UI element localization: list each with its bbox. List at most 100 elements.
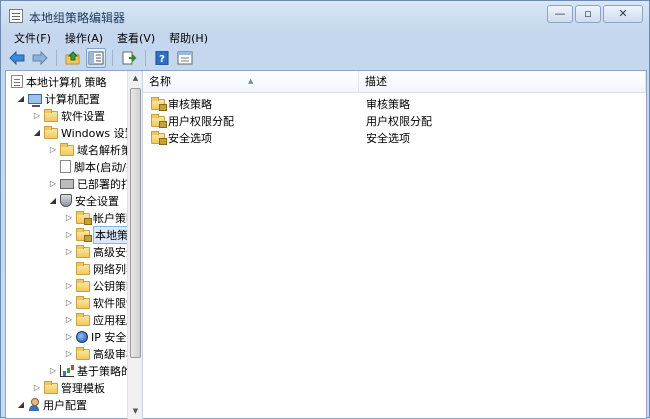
sort-ascending-icon: ▲ — [248, 77, 254, 85]
tree-item-label: 基于策略的 — [77, 364, 132, 378]
maximize-icon: ▫ — [584, 7, 592, 20]
tree-item-label: 本地计算机 策略 — [26, 75, 107, 89]
up-level-button[interactable] — [63, 48, 83, 68]
scroll-down-icon[interactable]: ▼ — [128, 404, 142, 419]
column-header-name[interactable]: 名称 ▲ — [143, 71, 359, 93]
content-area: 本地计算机 策略 ◢ 计算机配置 ▷ 软件设置 ◢ Windows 设置 ▷ 域… — [5, 70, 647, 419]
expand-arrow-icon[interactable]: ▷ — [48, 366, 58, 375]
back-icon — [9, 51, 25, 65]
toolbar-separator — [112, 50, 113, 66]
security-shield-icon — [60, 194, 72, 207]
menu-help[interactable]: 帮助(H) — [162, 29, 215, 46]
collapse-arrow-icon[interactable]: ◢ — [16, 400, 26, 409]
folder-icon — [76, 279, 90, 292]
help-button[interactable]: ? — [152, 48, 172, 68]
expand-arrow-icon[interactable]: ▷ — [64, 281, 74, 290]
tree-vertical-scrollbar[interactable]: ▲ ▼ — [127, 71, 142, 419]
expand-arrow-icon[interactable]: ▷ — [64, 230, 74, 239]
scroll-thumb[interactable] — [130, 88, 141, 358]
tree-item-security-settings[interactable]: ◢ 安全设置 — [48, 192, 119, 209]
ip-security-icon — [76, 330, 88, 343]
list-item-name: 审核策略 — [168, 97, 212, 111]
lock-folder-icon — [76, 211, 92, 225]
tree-item-admin-templates[interactable]: ▷ 管理模板 — [32, 379, 105, 396]
minimize-icon: — — [554, 7, 566, 20]
collapse-arrow-icon[interactable]: ◢ — [32, 128, 42, 137]
gpedit-window: 本地组策略编辑器 — ▫ ✕ 文件(F) 操作(A) 查看(V) 帮助(H) ?… — [0, 0, 650, 419]
tree-item-user-config[interactable]: ◢ 用户配置 — [16, 396, 87, 413]
expand-arrow-icon[interactable]: ▷ — [64, 298, 74, 307]
toolbar-separator — [56, 50, 57, 66]
properties-icon — [177, 51, 193, 65]
toolbar-separator — [145, 50, 146, 66]
window-title: 本地组策略编辑器 — [29, 11, 126, 25]
close-icon: ✕ — [618, 7, 628, 20]
user-icon — [28, 398, 40, 411]
maximize-button[interactable]: ▫ — [575, 5, 601, 23]
list-item-audit-policy[interactable]: 审核策略 审核策略 — [143, 95, 646, 112]
expand-arrow-icon[interactable]: ▷ — [64, 247, 74, 256]
help-icon: ? — [155, 51, 169, 65]
toolbar: ? — [1, 46, 649, 70]
folder-icon — [44, 109, 58, 122]
expand-arrow-icon[interactable]: ▷ — [64, 332, 74, 341]
svg-text:?: ? — [159, 54, 165, 65]
lock-folder-icon — [151, 131, 167, 145]
expand-arrow-icon[interactable]: ▷ — [64, 315, 74, 324]
column-header-description[interactable]: 描述 — [359, 71, 646, 93]
tree-item-label: Windows 设置 — [61, 126, 136, 140]
collapse-arrow-icon[interactable]: ◢ — [16, 94, 26, 103]
policy-icon — [11, 75, 23, 88]
tree-item-computer-config[interactable]: ◢ 计算机配置 — [16, 90, 100, 107]
export-icon — [122, 51, 137, 65]
folder-icon — [44, 126, 58, 139]
forward-button[interactable] — [30, 48, 50, 68]
expand-arrow-icon[interactable]: ▷ — [64, 213, 74, 222]
script-icon — [60, 160, 71, 173]
show-hide-tree-icon — [88, 51, 104, 65]
folder-icon — [76, 347, 90, 360]
list-item-description: 安全选项 — [366, 131, 410, 145]
list-item-name: 用户权限分配 — [168, 114, 234, 128]
tree-item-windows-settings[interactable]: ◢ Windows 设置 — [32, 124, 136, 141]
folder-icon — [76, 296, 90, 309]
expand-arrow-icon[interactable]: ▷ — [48, 179, 58, 188]
tree-item-label: 用户配置 — [43, 398, 87, 412]
properties-button[interactable] — [175, 48, 195, 68]
folder-icon — [76, 313, 90, 326]
lock-folder-icon — [151, 97, 167, 111]
close-button[interactable]: ✕ — [603, 5, 643, 23]
tree-item-label: 安全设置 — [75, 194, 119, 208]
folder-icon — [76, 262, 90, 275]
lock-folder-icon — [76, 228, 92, 242]
folder-icon — [76, 245, 90, 258]
tree-item-software-settings[interactable]: ▷ 软件设置 — [32, 107, 105, 124]
folder-icon — [44, 381, 58, 394]
list-item-description: 用户权限分配 — [366, 114, 432, 128]
expand-arrow-icon[interactable]: ▷ — [48, 145, 58, 154]
tree-item-local-computer-policy[interactable]: 本地计算机 策略 — [9, 73, 107, 90]
menu-file[interactable]: 文件(F) — [7, 29, 58, 46]
list-item-user-rights[interactable]: 用户权限分配 用户权限分配 — [143, 112, 646, 129]
list-item-security-options[interactable]: 安全选项 安全选项 — [143, 129, 646, 146]
expand-arrow-icon[interactable]: ▷ — [64, 349, 74, 358]
show-hide-tree-button[interactable] — [86, 48, 106, 68]
back-button[interactable] — [7, 48, 27, 68]
scroll-up-icon[interactable]: ▲ — [128, 71, 142, 86]
expand-arrow-icon[interactable]: ▷ — [32, 383, 42, 392]
menu-view[interactable]: 查看(V) — [110, 29, 162, 46]
details-list: 名称 ▲ 描述 审核策略 审核策略 用户权限分配 用户权限分配 安全选项 安全选… — [143, 71, 646, 419]
export-list-button[interactable] — [119, 48, 139, 68]
minimize-button[interactable]: — — [547, 5, 573, 23]
menu-action[interactable]: 操作(A) — [58, 29, 110, 46]
tree-item-label: 管理模板 — [61, 381, 105, 395]
column-header-label: 描述 — [365, 75, 387, 88]
collapse-arrow-icon[interactable]: ◢ — [48, 196, 58, 205]
list-header: 名称 ▲ 描述 — [143, 71, 646, 93]
lock-folder-icon — [151, 114, 167, 128]
tree-item-label: 软件设置 — [61, 109, 105, 123]
expand-arrow-icon[interactable]: ▷ — [32, 111, 42, 120]
qos-chart-icon — [60, 364, 74, 377]
title-bar[interactable]: 本地组策略编辑器 — ▫ ✕ — [1, 1, 649, 31]
tree-item-policy-based-qos[interactable]: ▷ 基于策略的 — [48, 362, 132, 379]
